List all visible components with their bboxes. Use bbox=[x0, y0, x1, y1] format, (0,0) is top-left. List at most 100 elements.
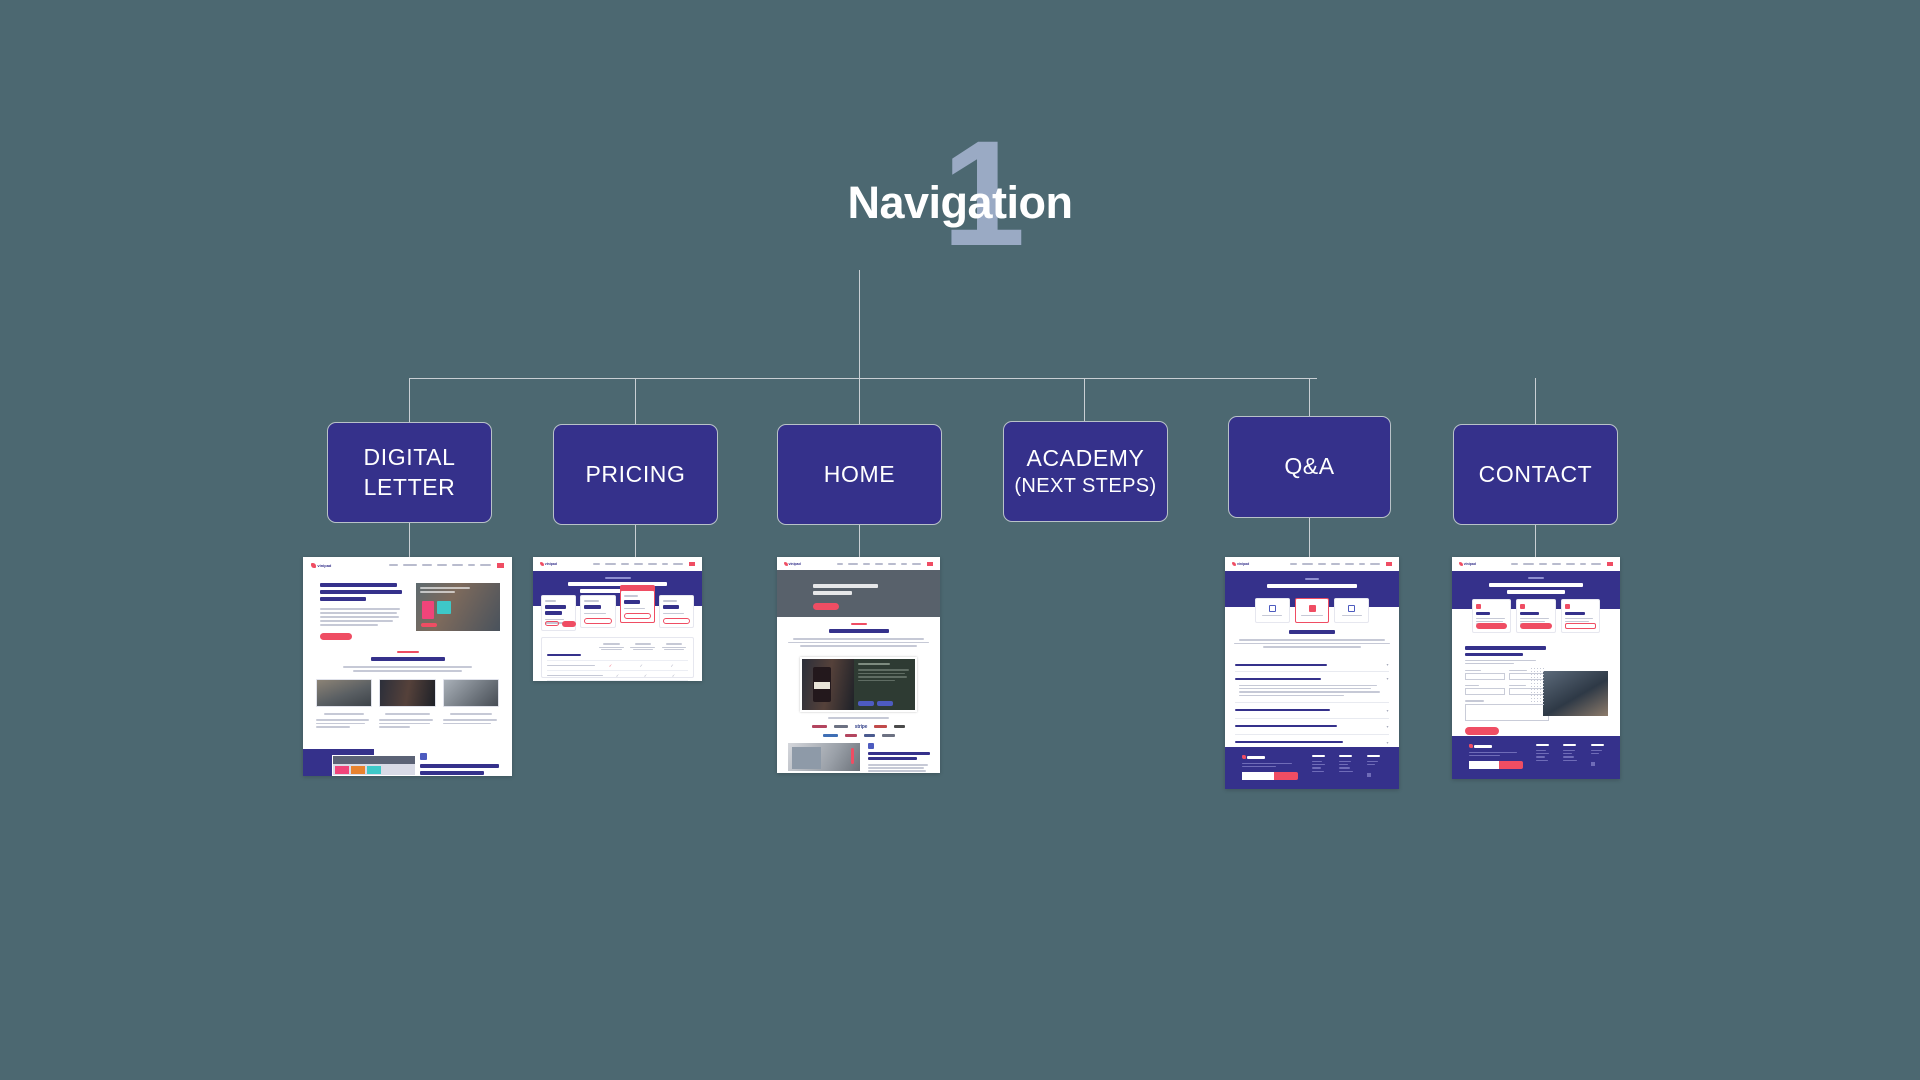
feature-card[interactable] bbox=[379, 679, 436, 728]
node-label-digital-letter-line2: LETTER bbox=[363, 473, 456, 500]
form-input[interactable] bbox=[1465, 688, 1506, 696]
thumb-hero-photo bbox=[777, 570, 940, 617]
faq-item[interactable]: ▾ bbox=[1235, 658, 1389, 672]
brand-logo-icon: vinipad bbox=[539, 562, 558, 566]
node-sublabel-academy: (NEXT STEPS) bbox=[1014, 475, 1157, 498]
thumb-plan-cards bbox=[541, 585, 694, 631]
connector-drop-pricing bbox=[635, 378, 636, 425]
faq-item[interactable]: ▾ bbox=[1235, 719, 1389, 735]
node-home[interactable]: HOME bbox=[777, 424, 942, 525]
plan-card[interactable] bbox=[658, 595, 694, 628]
connector-drop-qa bbox=[1309, 378, 1310, 416]
node-digital-letter[interactable]: DIGITAL LETTER bbox=[327, 422, 492, 523]
thumb-page-digital-letter: vinipad bbox=[303, 557, 512, 776]
node-qa[interactable]: Q&A bbox=[1228, 416, 1391, 518]
node-pricing[interactable]: PRICING bbox=[553, 424, 718, 525]
category-card-active[interactable] bbox=[1294, 598, 1330, 623]
hero-cta-button[interactable] bbox=[319, 633, 352, 640]
channel-card-telefono[interactable] bbox=[1560, 599, 1600, 633]
thumb-hero bbox=[319, 583, 404, 640]
thumb-nav-menu bbox=[388, 564, 491, 566]
thumb-navbar: vinipad bbox=[777, 557, 940, 570]
thumb-nav-menu bbox=[837, 562, 922, 565]
partner-logo-stripe: stripe bbox=[854, 723, 868, 730]
form-submit-button[interactable] bbox=[1465, 726, 1500, 735]
faq-item[interactable]: ▾ bbox=[1235, 703, 1389, 719]
thumbnail-qa[interactable]: vinipad ▾ ▾ ▾ ▾ ▾ bbox=[1225, 557, 1399, 789]
brand-name: vinipad bbox=[788, 561, 801, 566]
thumb-compare-table: ✓ ✓ ✓ ✓ ✓ ✓ ✓ ✓ ✓ ✓ bbox=[541, 637, 694, 681]
brand-name: vinipad bbox=[544, 562, 558, 566]
thumb-nav-menu bbox=[593, 563, 684, 565]
brand-name: vinipad bbox=[1463, 562, 1476, 566]
thumbnail-pricing[interactable]: vinipad ✓ ✓ ✓ ✓ ✓ ✓ bbox=[533, 557, 702, 681]
form-input[interactable] bbox=[1465, 673, 1506, 681]
brand-logo-icon: vinipad bbox=[1231, 562, 1249, 566]
plan-card[interactable] bbox=[580, 595, 616, 628]
language-flag-icon bbox=[1386, 562, 1393, 566]
thumb-navbar: vinipad bbox=[533, 557, 702, 571]
connector-drop-contact bbox=[1535, 378, 1536, 425]
thumb-section-header bbox=[303, 651, 512, 672]
connector-trunk bbox=[859, 270, 860, 378]
thumb-category-cards bbox=[1254, 598, 1370, 623]
thumb-faq-list: ▾ ▾ ▾ ▾ ▾ bbox=[1235, 658, 1389, 751]
connector-drop-home bbox=[859, 378, 860, 425]
language-flag-icon bbox=[927, 561, 934, 566]
thumb-page-contact: vinipad bbox=[1452, 557, 1620, 779]
category-card[interactable] bbox=[1254, 598, 1290, 623]
category-card[interactable] bbox=[1334, 598, 1370, 623]
thumb-video-text bbox=[868, 743, 931, 773]
brand-logo-icon: vinipad bbox=[783, 561, 801, 566]
thumb-page-qa: vinipad ▾ ▾ ▾ ▾ ▾ bbox=[1225, 557, 1399, 789]
thumb-bottom-text bbox=[420, 753, 500, 776]
thumbnail-contact[interactable]: vinipad bbox=[1452, 557, 1620, 779]
connector-drop-digital-letter bbox=[409, 378, 410, 423]
connector-stem-qa bbox=[1309, 518, 1310, 557]
channel-card-correo[interactable] bbox=[1516, 599, 1556, 633]
connector-horizontal-bus bbox=[409, 378, 1317, 379]
thumb-section-header bbox=[1225, 630, 1399, 648]
sitemap-canvas: 1 Navigation DIGITAL LETTER PRICING HOME… bbox=[0, 0, 1920, 1080]
thumbnail-home[interactable]: vinipad stripe bbox=[777, 557, 940, 773]
thumb-footer bbox=[1225, 747, 1399, 789]
feature-card[interactable] bbox=[442, 679, 500, 728]
thumb-navbar: vinipad bbox=[1225, 557, 1399, 571]
compare-row: ✓ ✓ ✓ bbox=[547, 680, 688, 681]
brand-logo-icon: vinipad bbox=[311, 562, 331, 568]
thumb-navbar: vinipad bbox=[303, 557, 512, 573]
thumb-nav-menu bbox=[1511, 563, 1602, 565]
thumb-bottom-mockup bbox=[332, 755, 416, 776]
connector-stem-home bbox=[859, 524, 860, 557]
thumb-form-image bbox=[1542, 671, 1609, 716]
language-flag-icon bbox=[496, 562, 504, 568]
thumb-page-home: vinipad stripe bbox=[777, 557, 940, 773]
node-label-contact: CONTACT bbox=[1478, 460, 1593, 487]
plan-card[interactable] bbox=[541, 595, 577, 631]
feature-card[interactable] bbox=[315, 679, 373, 728]
page-title: Navigation bbox=[847, 177, 1073, 228]
plan-card-recommended[interactable] bbox=[619, 585, 655, 623]
language-flag-icon bbox=[689, 562, 696, 566]
thumb-partners: stripe bbox=[777, 717, 940, 737]
thumb-section-header bbox=[777, 623, 940, 647]
brand-logo-icon: vinipad bbox=[1458, 562, 1476, 566]
thumb-product-screenshot bbox=[799, 657, 918, 712]
node-label-qa: Q&A bbox=[1284, 453, 1335, 480]
thumb-dot-grid bbox=[1530, 667, 1547, 707]
connector-stem-contact bbox=[1535, 524, 1536, 557]
connector-drop-academy bbox=[1084, 378, 1085, 422]
thumbnail-digital-letter[interactable]: vinipad bbox=[303, 557, 512, 776]
language-flag-icon bbox=[1607, 562, 1614, 566]
node-academy[interactable]: ACADEMY (NEXT STEPS) bbox=[1003, 421, 1168, 522]
thumb-footer bbox=[1452, 736, 1620, 779]
channel-card-chat[interactable] bbox=[1472, 599, 1512, 633]
thumb-nav-menu bbox=[1290, 563, 1381, 565]
channel-cta-button[interactable] bbox=[1476, 623, 1508, 629]
node-contact[interactable]: CONTACT bbox=[1453, 424, 1618, 525]
faq-item-open[interactable]: ▾ bbox=[1235, 672, 1389, 703]
node-label-home: HOME bbox=[823, 460, 896, 487]
hero-cta-button[interactable] bbox=[812, 603, 839, 610]
channel-cta-button[interactable] bbox=[1520, 623, 1552, 629]
compare-row: ✓ ✓ ✓ bbox=[547, 660, 688, 670]
